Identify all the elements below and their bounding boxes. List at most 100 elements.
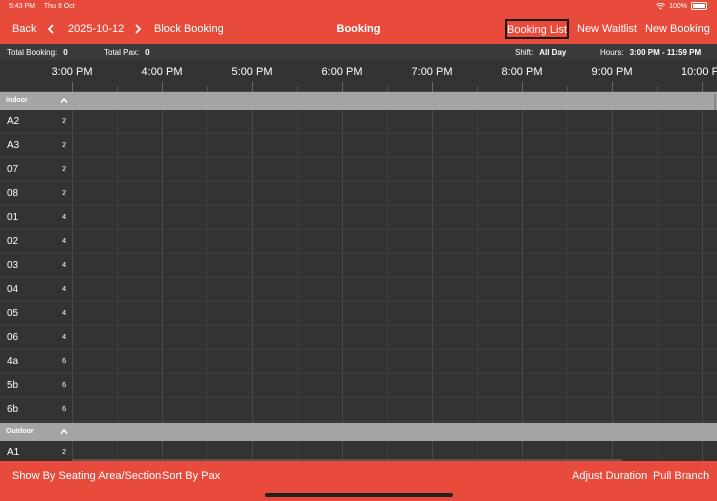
table-capacity: 4 bbox=[62, 238, 66, 245]
hour-tick bbox=[252, 82, 253, 92]
table-name: 4a bbox=[7, 356, 19, 367]
table-timeline-lane[interactable] bbox=[72, 441, 717, 461]
time-label: 6:00 PM bbox=[321, 66, 363, 78]
table-capacity: 4 bbox=[62, 286, 66, 293]
bottom-toolbar: Show By Seating Area/Section Sort By Pax… bbox=[0, 461, 717, 501]
new-booking-button[interactable]: New Booking bbox=[645, 23, 710, 35]
table-name: A1 bbox=[7, 447, 20, 458]
total-pax-value: 0 bbox=[145, 48, 150, 57]
chevron-up-icon[interactable] bbox=[60, 429, 68, 434]
hour-tick bbox=[342, 82, 343, 92]
show-by-seating-button[interactable]: Show By Seating Area/Section bbox=[12, 470, 161, 482]
shift-value: All Day bbox=[539, 48, 567, 57]
table-timeline-lane[interactable] bbox=[72, 326, 717, 349]
table-capacity: 6 bbox=[62, 382, 66, 389]
table-timeline-lane[interactable] bbox=[72, 110, 717, 133]
table-row: 6b 6 bbox=[0, 398, 717, 422]
chevron-up-icon[interactable] bbox=[60, 98, 68, 103]
table-timeline-lane[interactable] bbox=[72, 158, 717, 181]
table-name: 6b bbox=[7, 404, 19, 415]
section-header-outdoor[interactable]: Outdoor bbox=[0, 423, 717, 441]
nav-bar: Back 2025-10-12 Block Booking Booking Bo… bbox=[0, 14, 717, 44]
booking-list-label: Booking List bbox=[507, 24, 567, 36]
new-waitlist-button[interactable]: New Waitlist bbox=[577, 23, 637, 35]
sort-by-pax-button[interactable]: Sort By Pax bbox=[162, 470, 220, 482]
wifi-icon bbox=[656, 2, 666, 10]
table-name: 07 bbox=[7, 164, 19, 175]
table-timeline-lane[interactable] bbox=[72, 206, 717, 229]
time-label: 8:00 PM bbox=[501, 66, 543, 78]
table-capacity: 6 bbox=[62, 406, 66, 413]
home-indicator[interactable] bbox=[265, 493, 453, 497]
table-row: 07 2 bbox=[0, 158, 717, 182]
time-label: 7:00 PM bbox=[411, 66, 453, 78]
table-capacity: 2 bbox=[62, 190, 66, 197]
table-timeline-lane[interactable] bbox=[72, 350, 717, 373]
total-booking: Total Booking: 0 bbox=[7, 48, 68, 57]
total-booking-value: 0 bbox=[63, 48, 68, 57]
table-row: 02 4 bbox=[0, 230, 717, 254]
table-row: 08 2 bbox=[0, 182, 717, 206]
shift-selector[interactable]: Shift: All Day bbox=[515, 48, 566, 57]
date-selector[interactable]: 2025-10-12 bbox=[68, 23, 124, 35]
table-capacity: 2 bbox=[62, 142, 66, 149]
table-name: 02 bbox=[7, 236, 19, 247]
adjust-duration-button[interactable]: Adjust Duration bbox=[572, 470, 647, 482]
table-name: 01 bbox=[7, 212, 19, 223]
table-timeline-lane[interactable] bbox=[72, 230, 717, 253]
table-name: 5b bbox=[7, 380, 19, 391]
booking-grid: Indoor A2 2 A3 2 07 2 08 2 01 4 02 4 03 4 04 4 0… bbox=[0, 92, 717, 461]
table-row: 04 4 bbox=[0, 278, 717, 302]
table-timeline-lane[interactable] bbox=[72, 302, 717, 325]
table-capacity: 4 bbox=[62, 262, 66, 269]
table-timeline-lane[interactable] bbox=[72, 254, 717, 277]
pull-branch-button[interactable]: Pull Branch bbox=[653, 470, 709, 482]
time-label: 4:00 PM bbox=[141, 66, 183, 78]
table-row: 06 4 bbox=[0, 326, 717, 350]
table-capacity: 4 bbox=[62, 310, 66, 317]
table-timeline-lane[interactable] bbox=[72, 134, 717, 157]
booking-list-button[interactable]: Booking List bbox=[505, 19, 569, 39]
table-row: 4a 6 bbox=[0, 350, 717, 374]
summary-bar: Total Booking: 0 Total Pax: 0 Shift: All Da… bbox=[0, 44, 717, 60]
chevron-left-icon[interactable] bbox=[48, 24, 54, 34]
table-row: A1 2 bbox=[0, 441, 717, 461]
time-label: 3:00 PM bbox=[51, 66, 93, 78]
battery-icon bbox=[691, 2, 707, 10]
hours-label: Hours: bbox=[600, 48, 624, 57]
chevron-right-icon[interactable] bbox=[135, 24, 141, 34]
table-row: 01 4 bbox=[0, 206, 717, 230]
time-label: 10:00 PM bbox=[681, 66, 717, 78]
table-name: 04 bbox=[7, 284, 19, 295]
hour-tick bbox=[72, 82, 73, 92]
status-date: Thu 9 Oct bbox=[43, 3, 75, 10]
table-row: 03 4 bbox=[0, 254, 717, 278]
hour-tick bbox=[432, 82, 433, 92]
table-timeline-lane[interactable] bbox=[72, 182, 717, 205]
table-capacity: 6 bbox=[62, 358, 66, 365]
back-button[interactable]: Back bbox=[12, 23, 36, 35]
timeline-header: 3:00 PM 4:00 PM 5:00 PM 6:00 PM 7:00 PM … bbox=[0, 60, 717, 92]
hours-info: Hours: 3:00 PM - 11:59 PM bbox=[600, 48, 701, 57]
total-pax-label: Total Pax: bbox=[104, 48, 140, 57]
table-row: A2 2 bbox=[0, 110, 717, 134]
table-name: 08 bbox=[7, 188, 19, 199]
total-booking-label: Total Booking: bbox=[7, 48, 58, 57]
section-header-indoor[interactable]: Indoor bbox=[0, 92, 717, 110]
table-name: A3 bbox=[7, 140, 20, 151]
table-timeline-lane[interactable] bbox=[72, 278, 717, 301]
table-name: A2 bbox=[7, 116, 20, 127]
table-capacity: 2 bbox=[62, 449, 66, 456]
hours-value: 3:00 PM - 11:59 PM bbox=[629, 48, 702, 57]
table-row: A3 2 bbox=[0, 134, 717, 158]
section-name: Outdoor bbox=[6, 428, 34, 435]
vertical-scrollbar[interactable] bbox=[714, 94, 716, 110]
table-name: 06 bbox=[7, 332, 19, 343]
table-name: 03 bbox=[7, 260, 19, 271]
table-timeline-lane[interactable] bbox=[72, 374, 717, 397]
hour-tick bbox=[522, 82, 523, 92]
table-name: 05 bbox=[7, 308, 19, 319]
table-timeline-lane[interactable] bbox=[72, 398, 717, 421]
table-capacity: 2 bbox=[62, 166, 66, 173]
block-booking-button[interactable]: Block Booking bbox=[154, 23, 224, 35]
